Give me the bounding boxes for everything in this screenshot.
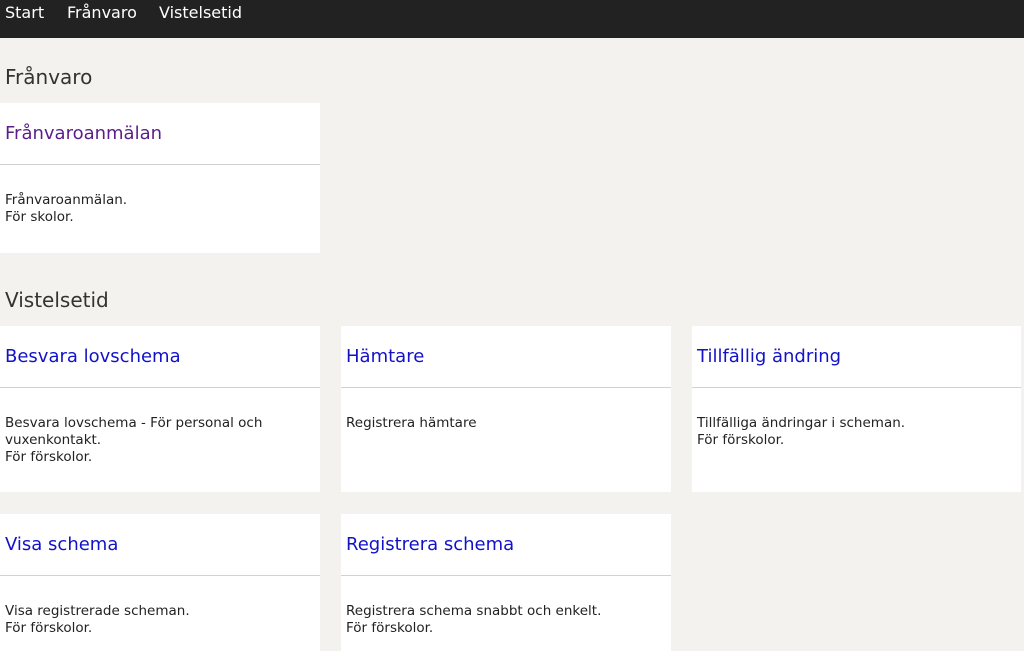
card-description-line: Tillfälliga ändringar i scheman. bbox=[697, 415, 906, 431]
card-divider bbox=[341, 575, 671, 576]
nav-link-franvaro[interactable]: Frånvaro bbox=[67, 4, 137, 24]
card-title-link[interactable]: Visa schema bbox=[5, 533, 118, 557]
card-hamtare[interactable]: Hämtare Registrera hämtare bbox=[341, 326, 671, 492]
nav-link-vistelsetid[interactable]: Vistelsetid bbox=[159, 4, 242, 24]
card-title-link[interactable]: Hämtare bbox=[346, 345, 424, 369]
card-registrera-schema[interactable]: Registrera schema Registrera schema snab… bbox=[341, 514, 671, 651]
card-description-line: För skolor. bbox=[5, 209, 74, 225]
card-title-link[interactable]: Registrera schema bbox=[346, 533, 514, 557]
card-divider bbox=[692, 387, 1021, 388]
card-description-line: Registrera schema snabbt och enkelt. bbox=[346, 603, 602, 619]
card-title-link[interactable]: Besvara lovschema bbox=[5, 345, 181, 369]
card-description-line: För förskolor. bbox=[5, 449, 93, 465]
card-description: Frånvaroanmälan. För skolor. bbox=[5, 192, 312, 226]
card-title-link[interactable]: Tillfällig ändring bbox=[697, 345, 841, 369]
card-description-line: Frånvaroanmälan. bbox=[5, 192, 128, 208]
card-visa-schema[interactable]: Visa schema Visa registrerade scheman. F… bbox=[0, 514, 320, 651]
card-description: Registrera schema snabbt och enkelt. För… bbox=[346, 603, 663, 637]
card-description: Tillfälliga ändringar i scheman. För för… bbox=[697, 415, 1013, 449]
card-divider bbox=[341, 387, 671, 388]
card-divider bbox=[0, 387, 320, 388]
card-description: Registrera hämtare bbox=[346, 415, 663, 432]
card-description-line: Besvara lovschema - För personal och vux… bbox=[5, 415, 263, 448]
section-heading-vistelsetid: Vistelsetid bbox=[5, 288, 109, 312]
top-navigation-bar: Start Frånvaro Vistelsetid bbox=[0, 0, 1024, 38]
card-tillfallig-andring[interactable]: Tillfällig ändring Tillfälliga ändringar… bbox=[692, 326, 1021, 492]
card-description-line: För förskolor. bbox=[5, 620, 93, 636]
card-franvaroanmalan[interactable]: Frånvaroanmälan Frånvaroanmälan. För sko… bbox=[0, 103, 320, 253]
card-divider bbox=[0, 575, 320, 576]
card-description-line: Registrera hämtare bbox=[346, 415, 477, 431]
card-description-line: För förskolor. bbox=[697, 432, 785, 448]
card-besvara-lovschema[interactable]: Besvara lovschema Besvara lovschema - Fö… bbox=[0, 326, 320, 492]
section-heading-franvaro: Frånvaro bbox=[5, 65, 93, 89]
card-divider bbox=[0, 164, 320, 165]
card-description: Besvara lovschema - För personal och vux… bbox=[5, 415, 312, 466]
card-description-line: För förskolor. bbox=[346, 620, 434, 636]
card-description: Visa registrerade scheman. För förskolor… bbox=[5, 603, 312, 637]
card-title-link[interactable]: Frånvaroanmälan bbox=[5, 122, 162, 146]
card-description-line: Visa registrerade scheman. bbox=[5, 603, 190, 619]
nav-link-start[interactable]: Start bbox=[5, 4, 44, 24]
